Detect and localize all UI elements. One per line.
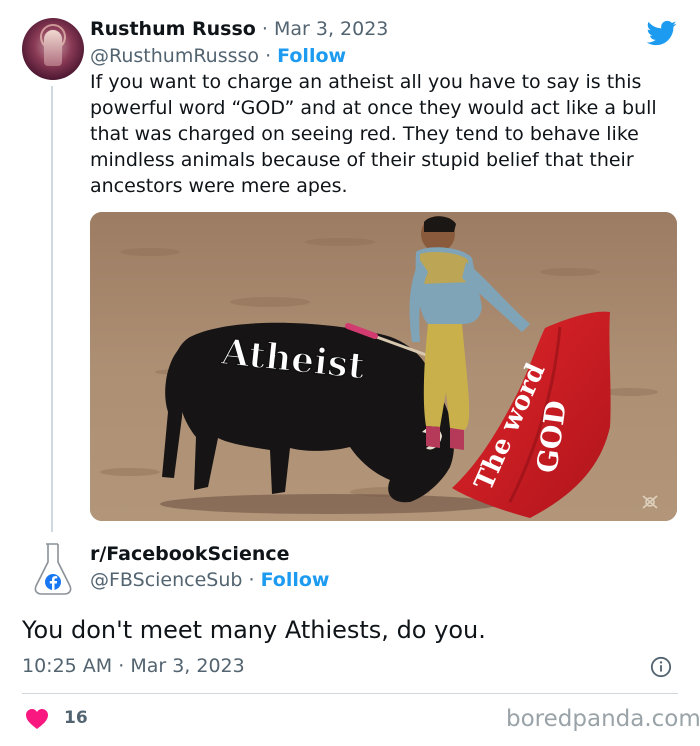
main-follow-button[interactable]: Follow: [261, 569, 330, 591]
tweet-time: 10:25 AM: [22, 655, 113, 677]
quoted-tweet-text: If you want to charge an atheist all you…: [90, 71, 657, 197]
thread-connector-line: [51, 86, 53, 532]
main-author-avatar[interactable]: [22, 538, 84, 600]
tweet-divider: [22, 693, 678, 694]
quoted-author-name[interactable]: Rusthum Russo: [90, 18, 256, 40]
quoted-author-avatar[interactable]: [22, 18, 84, 80]
twitter-bird-icon: [646, 20, 677, 46]
quoted-follow-button[interactable]: Follow: [277, 45, 346, 67]
quoted-tweet-header: Rusthum Russo · Mar 3, 2023: [90, 18, 630, 40]
like-count[interactable]: 16: [64, 708, 88, 728]
avatar-figure-decoration: [44, 30, 62, 66]
quoted-author-handle[interactable]: @RusthumRussso: [90, 45, 259, 67]
meta-separator: ·: [112, 655, 131, 677]
main-handle-separator: ·: [242, 569, 261, 591]
handle-separator: ·: [259, 45, 278, 67]
bullfight-illustration: Atheist The word GOD: [90, 212, 677, 521]
main-author-handle[interactable]: @FBScienceSub: [90, 569, 242, 591]
tweet-date: Mar 3, 2023: [130, 655, 245, 677]
main-tweet-text: You don't meet many Athiests, do you.: [22, 616, 486, 644]
heart-icon[interactable]: [25, 708, 49, 730]
quoted-tweet-image[interactable]: Atheist The word GOD: [90, 212, 677, 521]
tweet-timestamp[interactable]: 10:25 AM · Mar 3, 2023: [22, 655, 245, 677]
quoted-tweet-date[interactable]: Mar 3, 2023: [274, 18, 388, 40]
bull-shadow: [160, 494, 500, 514]
header-separator: ·: [255, 18, 274, 40]
main-handle-line: @FBScienceSub · Follow: [90, 569, 329, 591]
main-author-name[interactable]: r/FacebookScience: [90, 543, 290, 565]
info-icon[interactable]: [650, 656, 672, 678]
quoted-handle-line: @RusthumRussso · Follow: [90, 45, 346, 67]
boredpanda-watermark: boredpanda.com: [506, 706, 700, 732]
